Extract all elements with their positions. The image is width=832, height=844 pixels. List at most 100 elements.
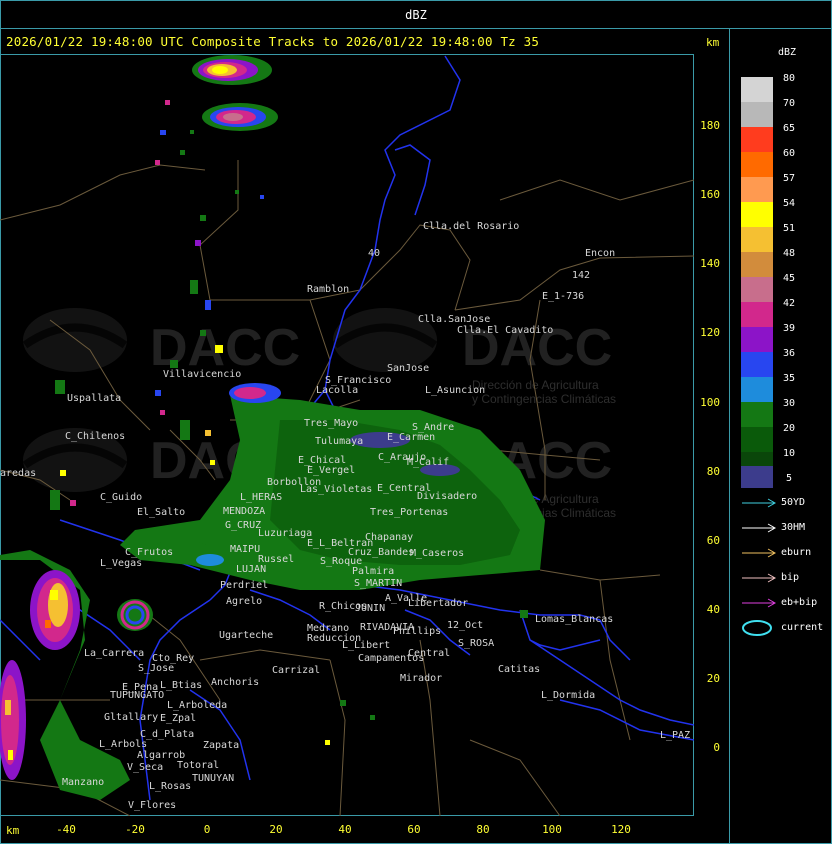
legend-value: 36 (782, 348, 796, 359)
place-label: Phillips (393, 626, 441, 637)
watermark-logo-1 (22, 308, 128, 372)
place-label: L_Arbols (99, 739, 147, 750)
track-ebbip-arrow-icon (742, 598, 777, 608)
place-label: L_Asuncion (425, 385, 485, 396)
legend-value: 45 (782, 273, 796, 284)
place-label: Zapata (203, 740, 239, 751)
legend-value: 65 (782, 123, 796, 134)
place-label: S_ROSA (458, 638, 494, 649)
place-label: Clla.El Cavadito (457, 325, 553, 336)
track-30hm-arrow-icon (742, 523, 777, 533)
legend-swatch-36 (741, 352, 773, 377)
place-label: Anchoris (211, 677, 259, 688)
place-label: M_Caseros (410, 548, 464, 559)
place-label: L_Btias (160, 680, 202, 691)
place-label: Villavicencio (163, 369, 241, 380)
window-title-bar: dBZ (0, 0, 832, 29)
place-label: 12_Oct (447, 620, 483, 631)
place-label: Libertador (408, 598, 468, 609)
place-label: L_Vegas (100, 558, 142, 569)
place-label: E_1-736 (542, 291, 584, 302)
current-ellipse-icon (742, 620, 772, 636)
place-label: Las_Violetas (300, 484, 372, 495)
place-label: Agrelo (226, 596, 262, 607)
place-label: Encon (585, 248, 615, 259)
place-label: Luzuriaga (258, 528, 312, 539)
place-label: Algarrob (137, 750, 185, 761)
place-label: E_Zpal (160, 713, 196, 724)
info-line: 2026/01/22 19:48:00 UTC Composite Tracks… (6, 34, 540, 49)
legend-value: 48 (782, 248, 796, 259)
place-label: TUPUNGATO (110, 690, 164, 701)
place-label: Clla.SanJose (418, 314, 490, 325)
place-label: Tulumaya (315, 436, 363, 447)
place-label: Totoral (177, 760, 219, 771)
y-tick: 140 (700, 257, 720, 270)
legend-value: 39 (782, 323, 796, 334)
place-label: E_Vergel (307, 465, 355, 476)
radar-map: DACC DACC DACC DACC Dirección de Agricul… (0, 54, 694, 816)
legend-swatch-10 (741, 452, 773, 466)
map-area[interactable]: DACC DACC DACC DACC Dirección de Agricul… (0, 54, 694, 816)
place-label: C_Guido (100, 492, 142, 503)
place-label: Lacolla (316, 385, 358, 396)
track-eburn-arrow-icon (742, 548, 777, 558)
place-label: Manzano (62, 777, 104, 788)
track-label: current (781, 622, 824, 633)
place-label: Central (408, 648, 450, 659)
track-label: eburn (781, 547, 812, 558)
place-label: Carrizal (272, 665, 320, 676)
legend-value: 10 (782, 448, 796, 459)
legend-swatch-5-visible (741, 466, 773, 488)
place-label: S_MARTIN (354, 578, 402, 589)
legend-swatch-20 (741, 427, 773, 452)
watermark-line2: y Contingencias Climáticas (472, 392, 616, 406)
place-label: SanJose (387, 363, 429, 374)
y-tick: 100 (700, 396, 720, 409)
place-label: E_Carmen (387, 432, 435, 443)
x-tick: 100 (542, 823, 562, 836)
place-label: 40 (368, 248, 380, 259)
place-label: Divisadero (417, 491, 477, 502)
place-label: M_Calif (407, 457, 449, 468)
place-label: Lomas_Blancas (535, 614, 613, 625)
legend-value: 51 (782, 223, 796, 234)
legend-value: 20 (782, 423, 796, 434)
place-label: Mirador (400, 673, 442, 684)
place-label: Perdriel (220, 580, 268, 591)
legend-swatch-48 (741, 252, 773, 277)
x-tick: 60 (407, 823, 421, 836)
legend-swatch-60 (741, 152, 773, 177)
place-label: 142 (572, 270, 590, 281)
place-label: Ramblon (307, 284, 349, 295)
place-label: LUJAN (236, 564, 266, 575)
y-tick: 20 (706, 672, 720, 685)
legend-value: 80 (782, 73, 796, 84)
place-label: L_Dormida (541, 690, 595, 701)
x-axis-unit: km (6, 824, 20, 837)
place-label: Tres_Mayo (304, 418, 358, 429)
y-tick: 80 (706, 465, 720, 478)
legend-value: 5 (785, 473, 793, 484)
place-label: Uspallata (67, 393, 121, 404)
legend-value: 60 (782, 148, 796, 159)
place-label: Catitas (498, 664, 540, 675)
place-label: Palmira (352, 566, 394, 577)
place-label: MENDOZA (223, 506, 265, 517)
legend-swatch-42 (741, 302, 773, 327)
place-label: L_PAZ (660, 730, 690, 741)
place-label: G_CRUZ (225, 520, 261, 531)
legend-value: 70 (782, 98, 796, 109)
x-tick: 120 (611, 823, 631, 836)
place-label: C_d_Plata (140, 729, 194, 740)
place-label: La_Carrera (84, 648, 144, 659)
legend-swatch-57 (741, 177, 773, 202)
legend-value: 57 (782, 173, 796, 184)
legend-swatch-65 (741, 127, 773, 152)
place-label: JUNIN (355, 603, 385, 614)
y-tick: 160 (700, 188, 720, 201)
track-label: eb+bip (781, 597, 818, 608)
track-label: 30HM (781, 522, 806, 533)
place-label: aredas (0, 468, 36, 479)
y-tick: 0 (713, 741, 720, 754)
